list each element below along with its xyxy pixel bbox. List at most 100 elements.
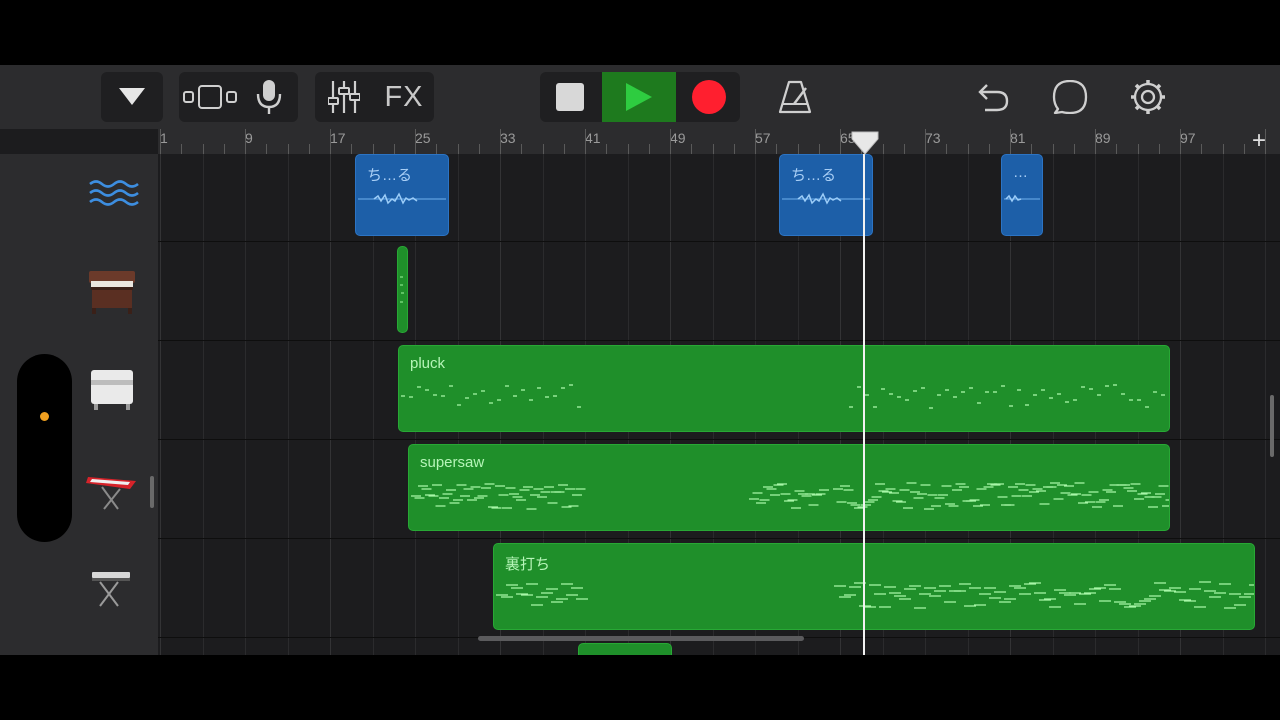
track-header-synth[interactable]	[84, 459, 140, 515]
ruler-tick	[287, 144, 289, 154]
midi-notes	[496, 581, 1254, 609]
audio-region[interactable]: …	[1001, 154, 1043, 236]
ruler-bar-number: 97	[1180, 130, 1196, 146]
ruler-tick	[670, 129, 671, 154]
audio-region[interactable]: ち…る	[355, 154, 449, 236]
gear-icon	[1131, 80, 1165, 114]
midi-region-partial[interactable]	[578, 643, 672, 655]
loop-icon	[1052, 80, 1088, 114]
track-header-audio[interactable]	[84, 164, 140, 220]
control-bar: FX	[0, 65, 1280, 129]
audio-waveform	[1004, 194, 1040, 203]
add-section-button[interactable]: +	[1252, 127, 1266, 155]
ruler-tick	[1201, 144, 1203, 154]
loop-browser-button[interactable]	[1048, 72, 1092, 122]
ruler-bar-number: 33	[500, 130, 516, 146]
header-scrollbar[interactable]	[150, 476, 154, 508]
keyboard-stand-icon	[92, 572, 130, 607]
ruler-tick	[627, 144, 629, 154]
ruler-tick	[818, 144, 820, 154]
audio-waves-icon	[89, 180, 139, 206]
ruler-tick	[691, 144, 693, 154]
microphone-button[interactable]	[243, 72, 295, 122]
ruler-tick	[840, 129, 841, 154]
grid-line	[330, 154, 331, 655]
mixer-button[interactable]	[319, 72, 369, 122]
ruler-tick	[1095, 129, 1096, 154]
row-divider	[158, 538, 1280, 539]
timeline-ruler[interactable]: 1 9 17 25 33 41 49 57 65 73 81 89 97 +	[158, 127, 1280, 155]
midi-region-organ[interactable]	[397, 246, 408, 333]
ruler-tick	[266, 144, 268, 154]
ruler-tick	[882, 144, 884, 154]
undo-icon	[978, 84, 1009, 112]
ruler-bar-number: 57	[755, 130, 771, 146]
ruler-tick	[903, 144, 905, 154]
tracks-view-button[interactable]	[181, 72, 239, 122]
stop-button[interactable]	[540, 72, 600, 122]
browser-button[interactable]	[101, 72, 163, 122]
ruler-tick	[202, 144, 204, 154]
track-header-organ[interactable]	[84, 261, 140, 317]
ruler-bar-number: 9	[245, 130, 253, 146]
ruler-tick	[1031, 144, 1033, 154]
metronome-button[interactable]	[772, 72, 818, 122]
ruler-tick	[946, 144, 948, 154]
ruler-bar-number: 89	[1095, 130, 1111, 146]
ruler-tick	[1180, 129, 1181, 154]
red-synth-keyboard-icon	[86, 477, 136, 510]
ruler-tick	[606, 144, 608, 154]
ruler-tick	[563, 144, 565, 154]
volume-indicator-dot	[40, 412, 49, 421]
ruler-tick	[393, 144, 395, 154]
ruler-tick	[351, 144, 353, 154]
ruler-tick	[521, 144, 523, 154]
midi-region-supersaw[interactable]: supersaw	[408, 444, 1170, 531]
playhead-handle-icon[interactable]	[851, 131, 879, 155]
ruler-tick	[223, 144, 225, 154]
midi-notes	[401, 384, 1165, 409]
ruler-tick	[988, 144, 990, 154]
ruler-tick	[733, 144, 735, 154]
vertical-scrollbar[interactable]	[1270, 395, 1274, 457]
ruler-tick	[245, 129, 246, 154]
audio-region[interactable]: ち…る	[779, 154, 873, 236]
track-header-electric-piano[interactable]	[84, 358, 140, 414]
ruler-tick	[181, 144, 183, 154]
horizontal-scrollbar[interactable]	[478, 636, 804, 641]
playhead-line[interactable]	[863, 154, 865, 655]
ruler-tick	[330, 129, 331, 154]
ruler-tick	[1073, 144, 1075, 154]
track-view-icon	[183, 85, 237, 109]
ruler-tick	[755, 129, 756, 154]
ruler-tick	[500, 129, 501, 154]
track-header-keyboard[interactable]	[84, 556, 140, 612]
record-button[interactable]	[678, 72, 740, 122]
undo-button[interactable]	[970, 72, 1014, 122]
fx-button[interactable]: FX	[377, 72, 431, 122]
ruler-tick	[797, 144, 799, 154]
tracks-area[interactable]: ち…る ち…る … pluck supersaw 裏打ち	[158, 154, 1280, 655]
midi-notes	[400, 276, 404, 303]
record-icon	[692, 80, 726, 114]
ruler-tick	[1116, 144, 1118, 154]
ruler-bar-number: 81	[1010, 130, 1026, 146]
play-button[interactable]	[602, 72, 676, 122]
play-icon	[626, 83, 652, 111]
ruler-tick	[1137, 144, 1139, 154]
ruler-tick	[712, 144, 714, 154]
track-volume-slider[interactable]	[17, 354, 72, 542]
electric-piano-icon	[91, 370, 133, 410]
midi-region-offbeat[interactable]: 裏打ち	[493, 543, 1255, 630]
ruler-tick	[1052, 144, 1054, 154]
view-mic-group	[179, 72, 298, 122]
ruler-tick	[457, 144, 459, 154]
settings-button[interactable]	[1126, 72, 1170, 122]
midi-region-pluck[interactable]: pluck	[398, 345, 1170, 432]
ruler-tick	[1010, 129, 1011, 154]
mixer-sliders-icon	[328, 81, 360, 113]
ruler-tick	[925, 129, 926, 154]
row-divider	[158, 439, 1280, 440]
ruler-bar-number: 49	[670, 130, 686, 146]
ruler-bar-number: 1	[160, 130, 168, 146]
